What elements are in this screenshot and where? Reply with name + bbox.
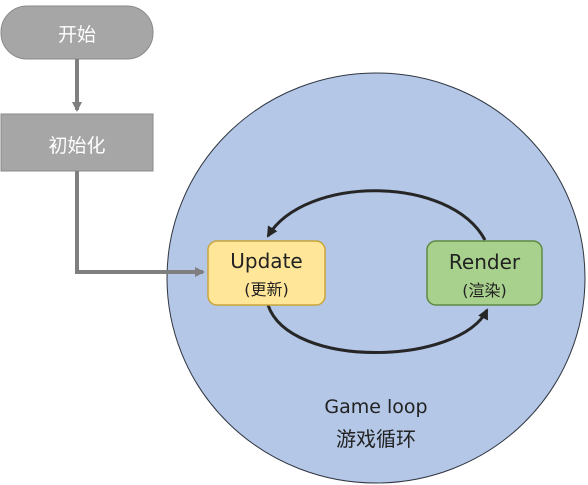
start-label: 开始 xyxy=(57,24,96,46)
update-sublabel: (更新) xyxy=(244,280,289,299)
update-label: Update xyxy=(230,249,303,273)
render-sublabel: (渲染) xyxy=(462,281,507,300)
init-label: 初始化 xyxy=(48,135,106,157)
render-label: Render xyxy=(448,250,521,274)
loop-subtitle: 游戏循环 xyxy=(336,427,416,451)
loop-title: Game loop xyxy=(324,396,428,418)
game-loop-diagram: 开始 初始化 Update (更新) Render (渲染) Game loop… xyxy=(0,0,588,485)
